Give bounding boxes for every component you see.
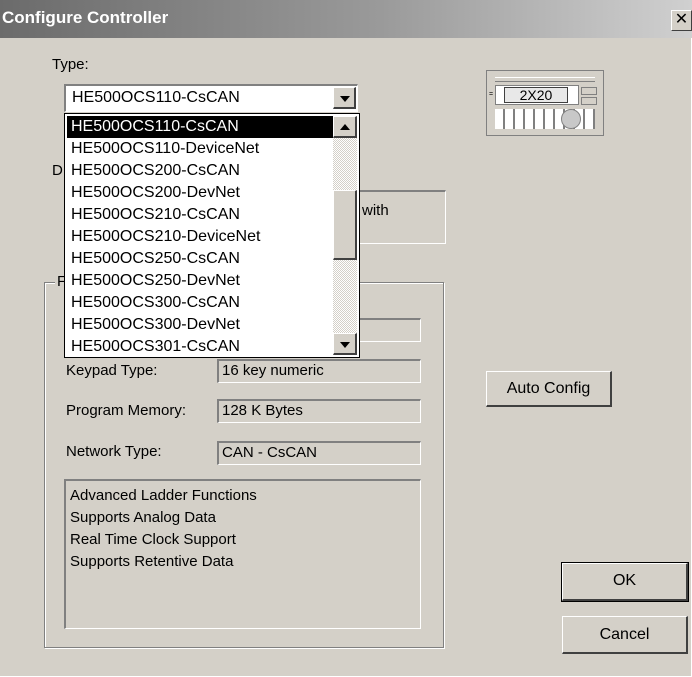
device-display-text: 2X20 — [504, 87, 568, 103]
list-item: Advanced Ladder Functions — [70, 487, 257, 504]
keypad-type-field: 16 key numeric — [217, 359, 421, 383]
device-indicator-icon: = — [489, 91, 494, 98]
close-button[interactable]: ✕ — [671, 10, 692, 31]
program-memory-field: 128 K Bytes — [217, 399, 421, 423]
device-display: 2X20 — [495, 85, 579, 105]
type-dropdown-list[interactable]: HE500OCS110-CsCAN HE500OCS110-DeviceNet … — [64, 113, 360, 358]
description-text-partial: with — [362, 202, 389, 219]
dropdown-item[interactable]: HE500OCS300-DevNet — [67, 314, 333, 336]
program-memory-value: 128 K Bytes — [222, 402, 303, 419]
list-item: Real Time Clock Support — [70, 531, 236, 548]
scrollbar-thumb[interactable] — [333, 190, 357, 260]
type-combobox[interactable]: HE500OCS110-CsCAN — [64, 84, 358, 112]
close-icon: ✕ — [674, 11, 689, 28]
chevron-down-icon — [340, 96, 350, 102]
dropdown-item[interactable]: HE500OCS200-CsCAN — [67, 160, 333, 182]
description-label-partial: D — [52, 162, 63, 179]
auto-config-button-label: Auto Config — [506, 380, 591, 397]
network-type-field: CAN - CsCAN — [217, 441, 421, 465]
dropdown-item[interactable]: HE500OCS210-CsCAN — [67, 204, 333, 226]
dropdown-scrollbar[interactable] — [333, 116, 357, 355]
scroll-down-button[interactable] — [333, 333, 357, 355]
keypad-type-label: Keypad Type: — [66, 362, 158, 379]
type-combobox-dropdown-button[interactable] — [333, 87, 356, 109]
type-label: Type: — [52, 56, 89, 73]
keypad-type-value: 16 key numeric — [222, 362, 324, 379]
network-type-value: CAN - CsCAN — [222, 444, 318, 461]
configure-controller-dialog: Configure Controller ✕ Type: HE500OCS110… — [0, 0, 692, 677]
program-memory-label: Program Memory: — [66, 402, 187, 419]
auto-config-button[interactable]: Auto Config — [486, 371, 612, 407]
window-title: Configure Controller — [2, 8, 169, 27]
list-item: Supports Analog Data — [70, 509, 216, 526]
features-list: Advanced Ladder Functions Supports Analo… — [64, 479, 421, 629]
cancel-button[interactable]: Cancel — [562, 616, 688, 654]
device-nav-pad-icon — [561, 109, 581, 129]
cancel-button-label: Cancel — [599, 626, 650, 643]
title-bar[interactable]: Configure Controller ✕ — [0, 0, 692, 38]
dropdown-item[interactable]: HE500OCS250-DevNet — [67, 270, 333, 292]
list-item: Supports Retentive Data — [70, 553, 234, 570]
network-type-label: Network Type: — [66, 443, 162, 460]
dropdown-item[interactable]: HE500OCS210-DeviceNet — [67, 226, 333, 248]
scroll-up-button[interactable] — [333, 116, 357, 138]
controller-device-image: = 2X20 — [486, 70, 604, 136]
ok-button-label: OK — [612, 572, 637, 589]
chevron-up-icon — [340, 124, 350, 130]
type-combobox-value: HE500OCS110-CsCAN — [72, 89, 240, 106]
dropdown-item[interactable]: HE500OCS301-CsCAN — [67, 336, 333, 358]
dropdown-item[interactable]: HE500OCS110-DeviceNet — [67, 138, 333, 160]
dropdown-item[interactable]: HE500OCS250-CsCAN — [67, 248, 333, 270]
ok-button[interactable]: OK — [561, 562, 689, 602]
dropdown-item[interactable]: HE500OCS200-DevNet — [67, 182, 333, 204]
dropdown-item[interactable]: HE500OCS300-CsCAN — [67, 292, 333, 314]
chevron-down-icon — [340, 342, 350, 348]
dropdown-item[interactable]: HE500OCS110-CsCAN — [67, 116, 333, 138]
